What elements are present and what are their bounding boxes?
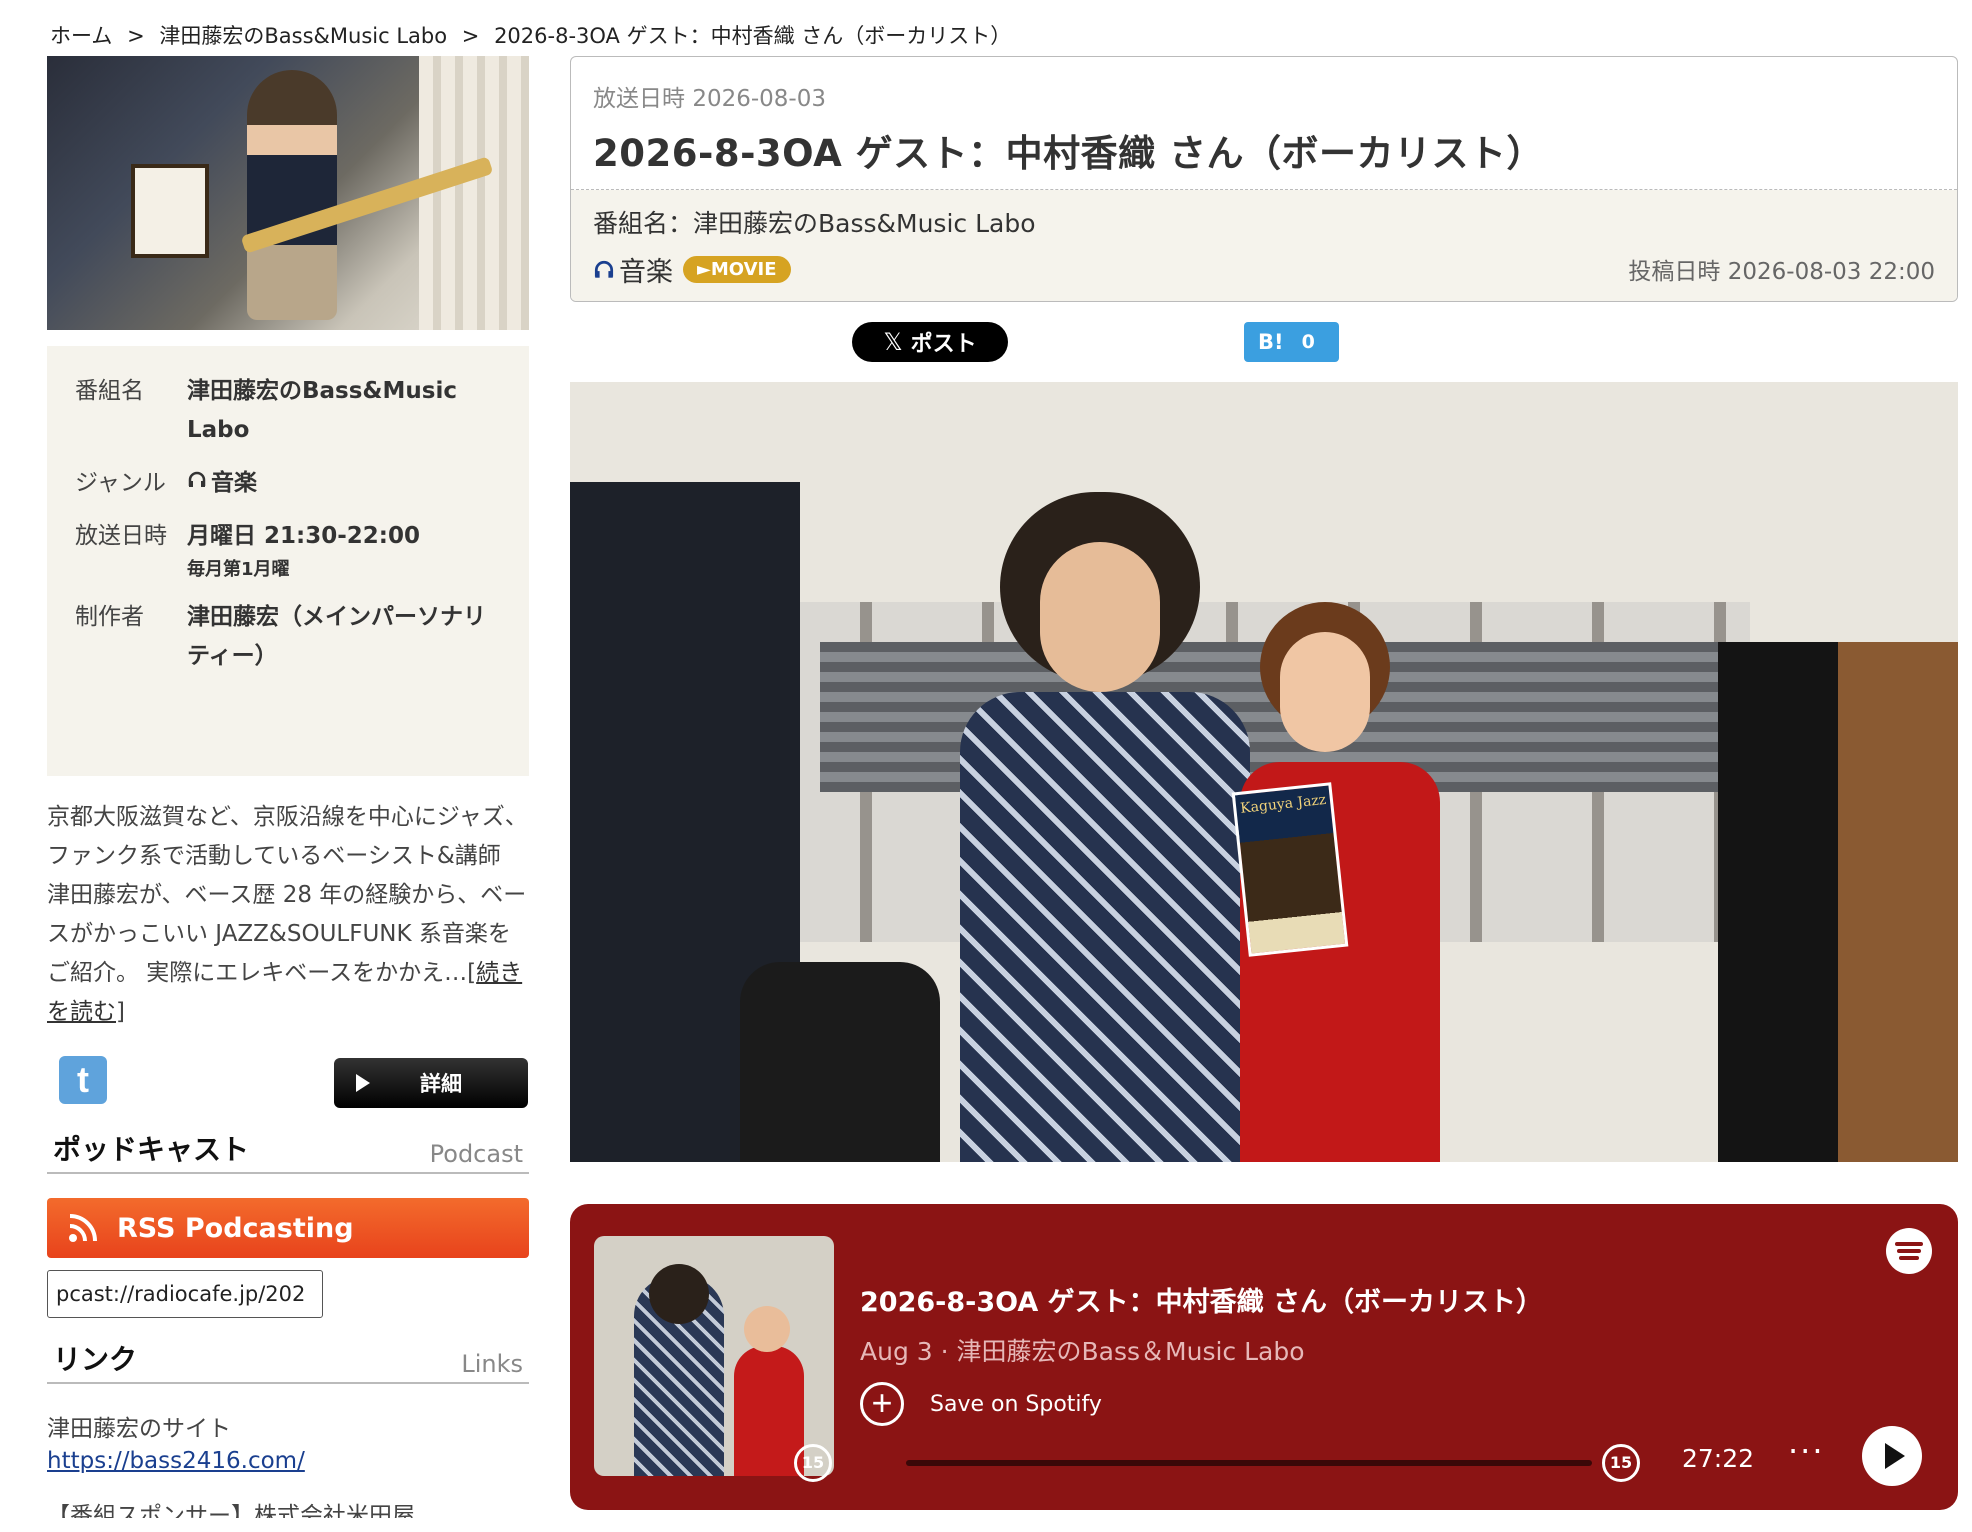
sidebar: 番組名 津田藤宏のBass&Music Labo ジャンル 音楽 放送日時 月曜…	[47, 56, 529, 1518]
info-key: 放送日時	[75, 523, 167, 549]
info-value-program-name: 津田藤宏のBass&Music Labo	[187, 378, 457, 443]
spotify-logo-icon[interactable]	[1886, 1228, 1932, 1274]
read-more-bracket: ]	[116, 999, 125, 1025]
cover-man-head	[649, 1264, 709, 1324]
hatena-bookmark-button[interactable]: B! 0	[1244, 322, 1339, 362]
hatena-icon: B!	[1258, 330, 1284, 354]
podcast-heading-en: Podcast	[429, 1140, 523, 1168]
program-description: 京都大阪滋賀など、京阪沿線を中心にジャズ、ファンク系で活動しているベーシスト&講…	[47, 798, 529, 1032]
program-photo	[47, 56, 529, 330]
rss-label: RSS Podcasting	[117, 1212, 354, 1244]
episode-photo: Kaguya Jazz	[570, 382, 1958, 1162]
posted-value: 2026-08-03 22:00	[1727, 259, 1935, 285]
episode-posted: 投稿日時 2026-08-03 22:00	[1628, 252, 1935, 286]
photo-woman-face	[1280, 632, 1370, 752]
photo-person	[247, 70, 337, 320]
headphones-icon	[188, 471, 206, 487]
read-more-bracket: [	[467, 960, 477, 986]
info-row-genre: ジャンル 音楽	[75, 464, 501, 503]
spotify-episode-title[interactable]: 2026-8-3OA ゲスト：中村香織 さん（ボーカリスト）	[860, 1280, 1543, 1319]
social-row: t 詳細	[47, 1056, 529, 1116]
info-value-producer: 津田藤宏（メインパーソナリティー）	[187, 604, 486, 669]
episode-genre: 音楽 ►MOVIE	[593, 250, 791, 289]
x-icon: 𝕏	[883, 328, 903, 356]
sponsor-text: 【番組スポンサー】株式会社米田屋	[47, 1503, 415, 1518]
cover-woman-head	[744, 1306, 790, 1352]
broadcast-time: 月曜日 21:30-22:00	[187, 523, 420, 549]
episode-air-date: 放送日時 2026-08-03	[593, 79, 1935, 113]
spotify-logo-arc	[1895, 1242, 1923, 1246]
episode-header-top: 放送日時 2026-08-03 2026-8-3OA ゲスト：中村香織 さん（ボ…	[571, 57, 1957, 190]
plus-circle-icon: +	[860, 1382, 904, 1426]
play-triangle-icon	[356, 1074, 370, 1092]
podcast-heading-jp: ポッドキャスト	[53, 1133, 250, 1166]
twitter-icon[interactable]: t	[59, 1056, 107, 1104]
air-date-value: 2026-08-03	[692, 86, 826, 112]
episode-title: 2026-8-3OA ゲスト：中村香織 さん（ボーカリスト）	[593, 132, 1545, 175]
spotify-logo-arc	[1897, 1249, 1921, 1253]
breadcrumb-current: 2026-8-3OA ゲスト：中村香織 さん（ボーカリスト）	[494, 24, 1012, 48]
rss-icon	[69, 1214, 97, 1242]
play-button[interactable]	[1862, 1426, 1922, 1486]
info-row-producer: 制作者 津田藤宏（メインパーソナリティー）	[75, 598, 501, 676]
headphones-icon	[594, 260, 614, 278]
spotify-duration: 27:22	[1682, 1444, 1755, 1473]
links-heading-jp: リンク	[53, 1343, 138, 1376]
podcast-heading: ポッドキャスト Podcast	[47, 1128, 529, 1174]
hatena-count: 0	[1301, 331, 1315, 353]
info-row-name: 番組名 津田藤宏のBass&Music Labo	[75, 372, 501, 450]
spotify-cover-art[interactable]	[594, 1236, 834, 1476]
rewind-15-icon[interactable]: 15	[794, 1444, 832, 1482]
podcast-feed-field[interactable]	[47, 1270, 323, 1318]
photo-curtain	[419, 56, 529, 330]
more-options-icon[interactable]: ···	[1788, 1432, 1825, 1470]
program-info-box: 番組名 津田藤宏のBass&Music Labo ジャンル 音楽 放送日時 月曜…	[47, 346, 529, 776]
detail-label: 詳細	[420, 1072, 462, 1096]
broadcast-schedule: 毎月第1月曜	[187, 559, 290, 580]
breadcrumb-separator: >	[461, 24, 480, 48]
photo-man	[960, 492, 1260, 1162]
rss-podcast-button[interactable]: RSS Podcasting	[47, 1198, 529, 1258]
site-link-label: 津田藤宏のサイト	[47, 1416, 231, 1442]
photo-poster	[131, 164, 209, 258]
forward-15-icon[interactable]: 15	[1602, 1444, 1640, 1482]
episode-header-card: 放送日時 2026-08-03 2026-8-3OA ゲスト：中村香織 さん（ボ…	[570, 56, 1958, 302]
genre-label: 音楽	[211, 470, 257, 496]
spotify-episode-subtitle[interactable]: Aug 3 · 津田藤宏のBass＆Music Labo	[860, 1332, 1305, 1368]
breadcrumb-separator: >	[127, 24, 145, 48]
photo-man-shirt	[960, 692, 1250, 1162]
photo-flyer: Kaguya Jazz	[1231, 782, 1349, 957]
detail-button[interactable]: 詳細	[334, 1058, 528, 1108]
photo-man-face	[1040, 542, 1160, 692]
info-value-broadcast: 月曜日 21:30-22:00 毎月第1月曜	[187, 517, 420, 584]
links-heading: リンク Links	[47, 1338, 529, 1384]
spotify-save-button[interactable]: + Save on Spotify	[860, 1382, 1102, 1426]
photo-bag	[740, 962, 940, 1162]
description-text: 京都大阪滋賀など、京阪沿線を中心にジャズ、ファンク系で活動しているベーシスト&講…	[47, 804, 528, 986]
spotify-progress-bar[interactable]	[906, 1460, 1592, 1466]
movie-badge: ►MOVIE	[683, 256, 791, 283]
photo-speaker	[1718, 642, 1958, 1162]
info-key: 制作者	[75, 604, 144, 630]
spotify-save-label: Save on Spotify	[930, 1391, 1102, 1417]
info-row-broadcast: 放送日時 月曜日 21:30-22:00 毎月第1月曜	[75, 517, 501, 584]
cover-woman	[734, 1346, 804, 1476]
x-post-button[interactable]: 𝕏 ポスト	[852, 322, 1008, 362]
links-heading-en: Links	[461, 1350, 523, 1378]
x-post-label: ポスト	[910, 332, 977, 357]
info-key: ジャンル	[75, 470, 166, 496]
info-key: 番組名	[75, 378, 144, 404]
spotify-logo-arc	[1899, 1256, 1919, 1260]
info-value-genre[interactable]: 音楽	[187, 464, 257, 503]
episode-genre-label[interactable]: 音楽	[619, 250, 673, 289]
posted-label: 投稿日時	[1628, 259, 1721, 285]
episode-program-name: 番組名：津田藤宏のBass&Music Labo	[593, 209, 1036, 238]
spotify-embed: 2026-8-3OA ゲスト：中村香織 さん（ボーカリスト） Aug 3 · 津…	[570, 1204, 1958, 1510]
air-date-label: 放送日時	[593, 86, 685, 112]
breadcrumb-home[interactable]: ホーム	[50, 24, 112, 48]
site-link[interactable]: https://bass2416.com/	[47, 1448, 529, 1474]
breadcrumb-program[interactable]: 津田藤宏のBass&Music Labo	[159, 24, 447, 48]
breadcrumb: ホーム > 津田藤宏のBass&Music Labo > 2026-8-3OA …	[50, 20, 1011, 50]
episode-header-bottom: 番組名：津田藤宏のBass&Music Labo 音楽 ►MOVIE 投稿日時 …	[571, 190, 1957, 301]
